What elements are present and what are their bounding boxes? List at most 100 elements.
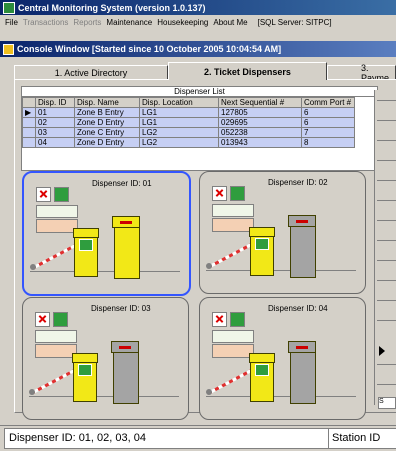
menu-maintenance[interactable]: Maintenance [106, 18, 152, 27]
grid-line [377, 160, 396, 161]
ticket-slot [120, 221, 132, 224]
table-cell: 8 [301, 137, 355, 148]
app-icon [3, 1, 15, 14]
console-window-title: Console Window [Started since 10 October… [0, 41, 396, 57]
status-box [36, 205, 78, 218]
row-pointer [22, 137, 36, 148]
dispenser-panel-01[interactable]: Dispenser ID: 01 [22, 171, 191, 296]
table-row[interactable]: 02 Zone D Entry LG1 029695 6 [22, 117, 355, 128]
dispenser-panel-03[interactable]: Dispenser ID: 03 [22, 297, 189, 420]
lane-floor [206, 396, 356, 413]
stop-icon[interactable] [212, 312, 227, 327]
dispenser-list-caption: Dispenser List [22, 87, 377, 97]
table-cell: 052238 [218, 127, 302, 138]
booth-cap [73, 228, 99, 238]
dispenser-panel-02[interactable]: Dispenser ID: 02 [199, 171, 366, 294]
table-row[interactable]: 04 Zone D Entry LG2 013943 8 [22, 137, 355, 148]
table-cell: LG1 [139, 107, 219, 118]
menu-transactions[interactable]: Transactions [23, 18, 69, 27]
table-cell: 04 [35, 137, 75, 148]
stop-icon[interactable] [212, 186, 227, 201]
grid-line [377, 180, 396, 181]
grid-line [377, 220, 396, 221]
tab-active-directory[interactable]: 1. Active Directory [14, 65, 168, 80]
status-box [212, 204, 254, 217]
booth-cap [249, 227, 275, 237]
status-bar: Dispenser ID: 01, 02, 03, 04 Station ID [0, 425, 396, 451]
table-cell: 03 [35, 127, 75, 138]
ticket-dispensers-panel: Dispenser List Disp. ID Disp. Name Disp.… [14, 79, 396, 420]
column-header[interactable]: Comm Port # [301, 97, 355, 108]
table-cell: 6 [301, 117, 355, 128]
table-cell: Zone C Entry [74, 127, 140, 138]
column-header[interactable]: Disp. Location [139, 97, 219, 108]
barrier-pivot [206, 263, 212, 269]
table-cell: 6 [301, 107, 355, 118]
go-icon[interactable] [230, 186, 245, 201]
ticket-slot [119, 346, 131, 349]
app-title: Central Monitoring System (version 1.0.1… [18, 2, 206, 13]
table-cell: LG1 [139, 117, 219, 128]
ticket-machine [111, 341, 139, 404]
menu-bar: File Transactions Reports Maintenance Ho… [0, 15, 396, 29]
menu-reports[interactable]: Reports [73, 18, 101, 27]
table-row[interactable]: ▶ 01 Zone B Entry LG1 127805 6 [22, 107, 355, 118]
go-icon[interactable] [230, 312, 245, 327]
grid-line [377, 260, 396, 261]
table-row[interactable]: 03 Zone C Entry LG2 052238 7 [22, 127, 355, 138]
row-pointer [22, 127, 36, 138]
dispenser-panel-04[interactable]: Dispenser ID: 04 [199, 297, 366, 420]
menu-housekeeping[interactable]: Housekeeping [157, 18, 208, 27]
tab-ticket-dispensers[interactable]: 2. Ticket Dispensers [168, 62, 327, 80]
row-pointer-icon [379, 346, 385, 356]
go-icon[interactable] [53, 312, 68, 327]
tab-payment[interactable]: 3. Payme [327, 63, 396, 83]
barrier-pivot [30, 264, 36, 270]
menu-about[interactable]: About Me [213, 18, 247, 27]
barrier-booth [249, 353, 275, 402]
column-header[interactable]: Disp. ID [35, 97, 75, 108]
table-cell: Zone B Entry [74, 107, 140, 118]
menu-file[interactable]: File [5, 18, 18, 27]
grid-line [377, 200, 396, 201]
alarm-box [35, 344, 77, 358]
booth-cap [72, 353, 98, 363]
console-icon [3, 43, 14, 55]
grid-line [377, 240, 396, 241]
status-box [35, 330, 77, 343]
table-cell: 02 [35, 117, 75, 128]
grid-line [377, 300, 396, 301]
table-cell: 013943 [218, 137, 302, 148]
arrow-up-icon [255, 364, 269, 376]
column-header[interactable]: Next Sequential # [218, 97, 302, 108]
row-pointer-header [22, 97, 36, 108]
side-box[interactable]: S [378, 397, 396, 409]
column-header[interactable]: Disp. Name [74, 97, 140, 108]
dispenser-label: Dispenser ID: 01 [92, 179, 152, 188]
stop-icon[interactable] [35, 312, 50, 327]
barrier-pivot [29, 389, 35, 395]
status-station-id: Station ID [328, 428, 396, 449]
go-icon[interactable] [54, 187, 69, 202]
grid-line [377, 384, 396, 385]
title-bar: Central Monitoring System (version 1.0.1… [0, 0, 396, 15]
ticket-slot [296, 220, 308, 223]
barrier-pivot [206, 389, 212, 395]
tab-strip: 1. Active Directory 2. Ticket Dispensers… [0, 62, 396, 83]
lane-floor [29, 396, 179, 413]
table-cell: Zone D Entry [74, 117, 140, 128]
table-cell: 01 [35, 107, 75, 118]
dispenser-table: Disp. ID Disp. Name Disp. Location Next … [22, 97, 355, 148]
grid-line [377, 320, 396, 321]
grid-line [377, 280, 396, 281]
stop-icon[interactable] [36, 187, 51, 202]
barrier-booth [72, 353, 98, 402]
barrier-booth [249, 227, 275, 276]
grid-line [377, 140, 396, 141]
table-cell: LG2 [139, 127, 219, 138]
grid-line [377, 364, 396, 365]
table-header-row: Disp. ID Disp. Name Disp. Location Next … [22, 97, 355, 108]
status-dispenser-ids: Dispenser ID: 01, 02, 03, 04 [4, 428, 330, 449]
dispenser-label: Dispenser ID: 03 [91, 304, 151, 313]
table-cell: LG2 [139, 137, 219, 148]
